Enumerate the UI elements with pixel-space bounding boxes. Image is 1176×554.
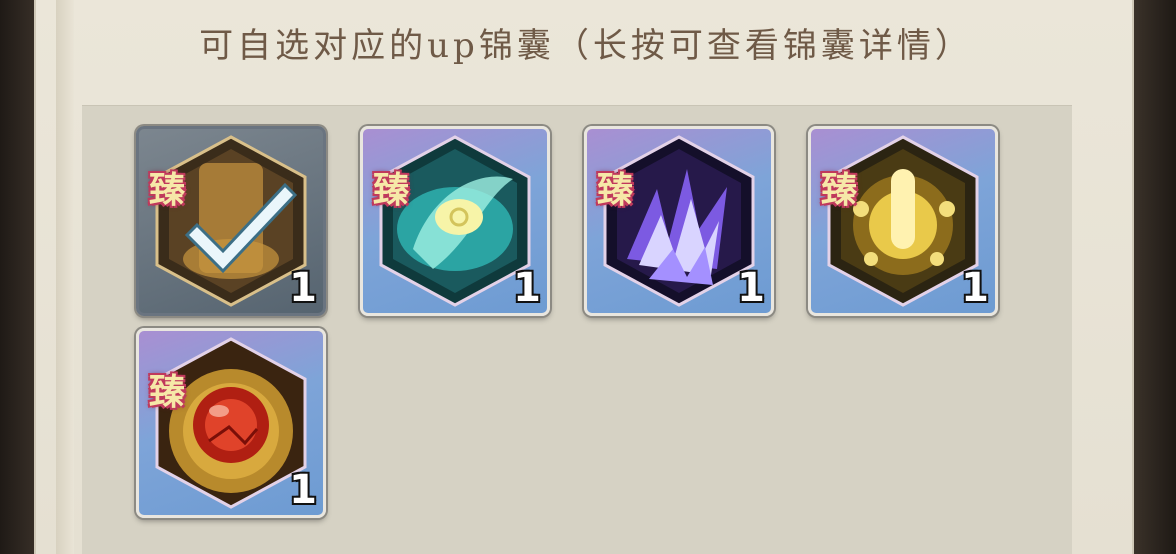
item-count: 1 xyxy=(289,265,317,311)
rarity-tag: 臻 xyxy=(597,169,634,211)
item-slot-1[interactable]: 臻 1 xyxy=(136,126,326,316)
panel-title: 可自选对应的up锦囊（长按可查看锦囊详情） xyxy=(199,26,973,66)
item-count: 1 xyxy=(737,265,765,311)
item-count: 1 xyxy=(513,265,541,311)
item-slot-3[interactable]: 臻 1 xyxy=(584,126,774,316)
item-slot-2[interactable]: 臻 1 xyxy=(360,126,550,316)
item-grid: 臻 1 臻 1 臻 1 臻 1 臻 1 xyxy=(82,105,1072,554)
item-count: 1 xyxy=(961,265,989,311)
rarity-tag: 臻 xyxy=(149,169,186,211)
paper-fold xyxy=(56,0,74,554)
rarity-tag: 臻 xyxy=(149,371,186,413)
paper-panel: 可自选对应的up锦囊（长按可查看锦囊详情） 臻 1 臻 1 臻 1 臻 1 臻 … xyxy=(34,0,1134,554)
rarity-tag: 臻 xyxy=(373,169,410,211)
rarity-tag: 臻 xyxy=(821,169,858,211)
item-slot-4[interactable]: 臻 1 xyxy=(808,126,998,316)
right-frame xyxy=(1130,0,1176,554)
item-count: 1 xyxy=(289,467,317,513)
item-slot-5[interactable]: 臻 1 xyxy=(136,328,326,518)
